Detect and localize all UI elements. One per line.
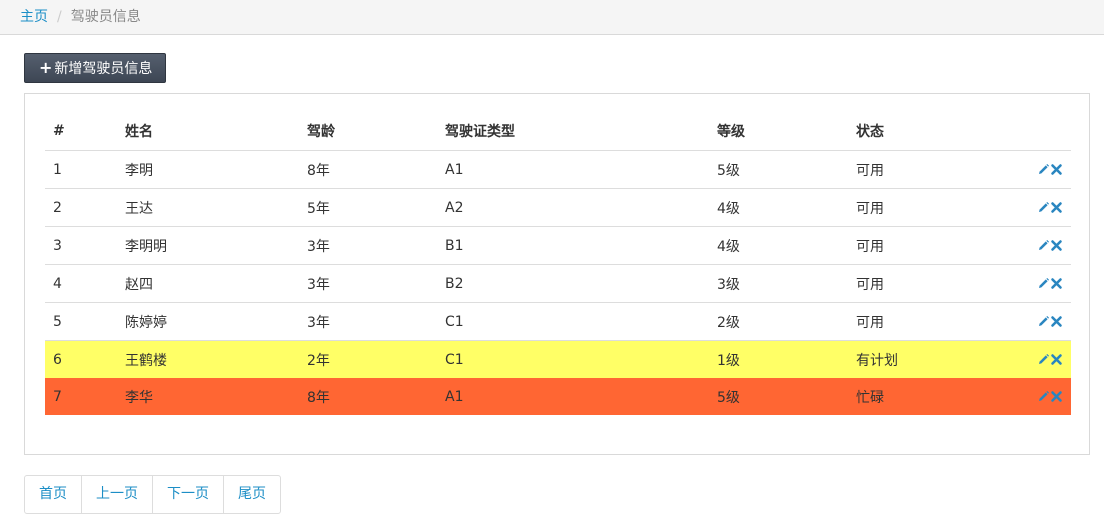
- cell-license: C1: [437, 340, 709, 378]
- column-header-name: 姓名: [117, 112, 299, 151]
- close-icon[interactable]: [1050, 201, 1063, 214]
- cell-license: A1: [437, 150, 709, 189]
- cell-id: 7: [45, 378, 117, 415]
- column-header-id: #: [45, 112, 117, 151]
- breadcrumb-bar: 主页 / 驾驶员信息: [0, 0, 1104, 35]
- cell-name: 王达: [117, 188, 299, 227]
- column-header-status: 状态: [848, 112, 998, 151]
- breadcrumb-home-link[interactable]: 主页: [20, 9, 48, 25]
- cell-status: 可用: [848, 226, 998, 265]
- close-icon[interactable]: [1050, 277, 1063, 290]
- cell-actions: [998, 264, 1071, 303]
- cell-status: 有计划: [848, 340, 998, 378]
- cell-level: 3级: [709, 264, 848, 303]
- breadcrumb-current: 驾驶员信息: [70, 9, 141, 25]
- table-row: 5 陈婷婷 3年 C1 2级 可用: [45, 302, 1071, 341]
- table-header-row: # 姓名 驾龄 驾驶证类型 等级 状态: [45, 112, 1071, 151]
- pagination: 首页 上一页 下一页 尾页: [24, 475, 281, 514]
- cell-id: 1: [45, 150, 117, 189]
- close-icon[interactable]: [1050, 390, 1063, 403]
- table-row: 6 王鹤楼 2年 C1 1级 有计划: [45, 340, 1071, 378]
- table-row: 4 赵四 3年 B2 3级 可用: [45, 264, 1071, 303]
- cell-license: B1: [437, 226, 709, 265]
- cell-license: B2: [437, 264, 709, 303]
- cell-id: 6: [45, 340, 117, 378]
- cell-name: 李华: [117, 378, 299, 415]
- cell-years: 2年: [299, 340, 437, 378]
- drivers-table: # 姓名 驾龄 驾驶证类型 等级 状态 1 李明 8年 A1 5级 可用 2 王达 5年 A2 4级…: [45, 112, 1071, 415]
- cell-years: 3年: [299, 264, 437, 303]
- table-row: 3 李明明 3年 B1 4级 可用: [45, 226, 1071, 265]
- cell-id: 5: [45, 302, 117, 341]
- cell-years: 5年: [299, 188, 437, 227]
- cell-years: 8年: [299, 378, 437, 415]
- cell-level: 4级: [709, 188, 848, 227]
- close-icon[interactable]: [1050, 353, 1063, 366]
- cell-actions: [998, 226, 1071, 265]
- cell-license: A2: [437, 188, 709, 227]
- cell-name: 李明明: [117, 226, 299, 265]
- breadcrumb: 主页 / 驾驶员信息: [20, 9, 141, 25]
- cell-license: A1: [437, 378, 709, 415]
- cell-name: 赵四: [117, 264, 299, 303]
- cell-status: 可用: [848, 264, 998, 303]
- cell-level: 1级: [709, 340, 848, 378]
- cell-status: 可用: [848, 150, 998, 189]
- cell-status: 可用: [848, 188, 998, 227]
- pencil-icon[interactable]: [1037, 353, 1050, 366]
- column-header-license: 驾驶证类型: [437, 112, 709, 151]
- table-row: 1 李明 8年 A1 5级 可用: [45, 150, 1071, 189]
- add-driver-button[interactable]: + 新增驾驶员信息: [24, 53, 166, 83]
- pencil-icon[interactable]: [1037, 201, 1050, 214]
- cell-actions: [998, 188, 1071, 227]
- cell-license: C1: [437, 302, 709, 341]
- cell-status: 忙碌: [848, 378, 998, 415]
- cell-actions: [998, 150, 1071, 189]
- cell-id: 3: [45, 226, 117, 265]
- column-header-years: 驾龄: [299, 112, 437, 151]
- cell-years: 3年: [299, 226, 437, 265]
- close-icon[interactable]: [1050, 315, 1063, 328]
- table-body: 1 李明 8年 A1 5级 可用 2 王达 5年 A2 4级 可用 3 李明明 3年 B1 4级 可用 4 赵四 3年 B…: [45, 150, 1071, 415]
- column-header-actions: [998, 112, 1071, 151]
- cell-name: 李明: [117, 150, 299, 189]
- cell-actions: [998, 378, 1071, 415]
- cell-level: 4级: [709, 226, 848, 265]
- cell-actions: [998, 302, 1071, 341]
- add-driver-label: 新增驾驶员信息: [54, 61, 153, 77]
- table-row: 7 李华 8年 A1 5级 忙碌: [45, 378, 1071, 415]
- cell-id: 4: [45, 264, 117, 303]
- cell-years: 3年: [299, 302, 437, 341]
- pager-first-button[interactable]: 首页: [25, 476, 82, 513]
- pencil-icon[interactable]: [1037, 277, 1050, 290]
- cell-status: 可用: [848, 302, 998, 341]
- breadcrumb-separator: /: [57, 9, 62, 25]
- drivers-panel: # 姓名 驾龄 驾驶证类型 等级 状态 1 李明 8年 A1 5级 可用 2 王达 5年 A2 4级…: [24, 93, 1090, 455]
- plus-icon: +: [39, 58, 53, 77]
- cell-name: 陈婷婷: [117, 302, 299, 341]
- cell-level: 5级: [709, 150, 848, 189]
- close-icon[interactable]: [1050, 239, 1063, 252]
- cell-level: 2级: [709, 302, 848, 341]
- pencil-icon[interactable]: [1037, 315, 1050, 328]
- cell-actions: [998, 340, 1071, 378]
- pencil-icon[interactable]: [1037, 390, 1050, 403]
- pager-last-button[interactable]: 尾页: [224, 476, 280, 513]
- cell-name: 王鹤楼: [117, 340, 299, 378]
- column-header-level: 等级: [709, 112, 848, 151]
- close-icon[interactable]: [1050, 163, 1063, 176]
- cell-id: 2: [45, 188, 117, 227]
- cell-level: 5级: [709, 378, 848, 415]
- pencil-icon[interactable]: [1037, 239, 1050, 252]
- table-row: 2 王达 5年 A2 4级 可用: [45, 188, 1071, 227]
- pencil-icon[interactable]: [1037, 163, 1050, 176]
- cell-years: 8年: [299, 150, 437, 189]
- pager-prev-button[interactable]: 上一页: [82, 476, 153, 513]
- pager-next-button[interactable]: 下一页: [153, 476, 224, 513]
